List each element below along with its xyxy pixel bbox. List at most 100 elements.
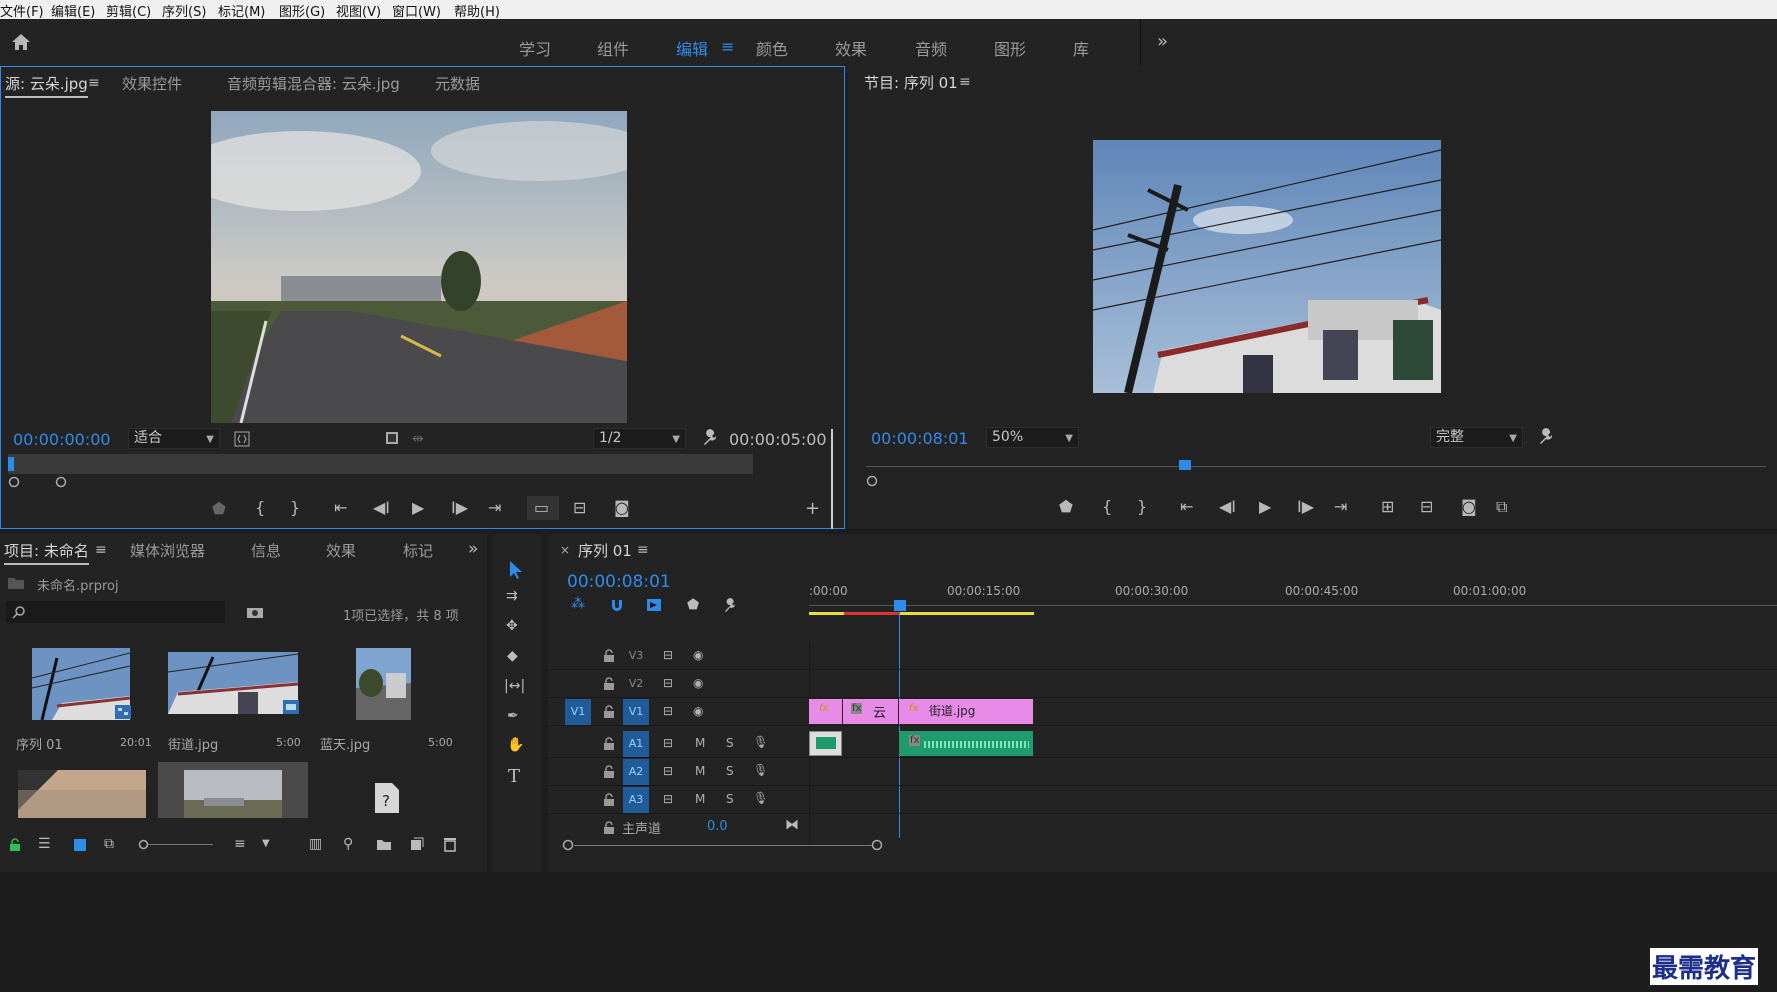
source-playhead[interactable]	[8, 457, 14, 471]
clip-v1-a[interactable]: fx	[809, 699, 842, 724]
zoom-handle-right-icon[interactable]	[871, 839, 883, 851]
sync-lock-icon[interactable]: ⊟	[663, 676, 673, 690]
master-pan-icon[interactable]: ⧓	[785, 817, 799, 833]
tab-metadata[interactable]: 元数据	[435, 73, 480, 94]
program-playhead[interactable]	[1179, 460, 1191, 470]
timeline-playhead-head[interactable]	[894, 600, 906, 611]
new-bin-icon[interactable]	[376, 838, 392, 851]
plus-icon[interactable]: +	[805, 500, 820, 518]
menu-graphics[interactable]: 图形(G)	[279, 1, 325, 20]
go-to-in-icon[interactable]: ⇤	[1180, 499, 1193, 515]
lock-icon[interactable]	[603, 677, 615, 690]
program-timecode[interactable]: 00:00:08:01	[871, 429, 969, 448]
ripple-edit-tool-icon[interactable]: ✥	[506, 618, 518, 634]
snap-magnet-icon[interactable]	[610, 598, 624, 612]
home-icon[interactable]	[10, 32, 32, 52]
lock-icon[interactable]	[603, 765, 615, 778]
track-select-tool-icon[interactable]: ⇉	[506, 588, 518, 604]
lift-icon[interactable]: ⊞	[1381, 499, 1394, 515]
zoom-handle-right-icon[interactable]	[55, 476, 67, 488]
step-forward-icon[interactable]: I▶	[1297, 499, 1314, 515]
menu-sequence[interactable]: 序列(S)	[162, 1, 206, 20]
master-volume[interactable]: 0.0	[707, 819, 728, 834]
camera-icon[interactable]: ◙	[614, 500, 630, 516]
slider-handle-icon[interactable]	[138, 839, 149, 850]
sync-lock-icon[interactable]: ⊟	[663, 764, 673, 778]
go-to-out-icon[interactable]: ⇥	[488, 500, 501, 516]
freeform-view-icon[interactable]: ⧉	[104, 836, 114, 852]
project-item-sequence[interactable]: 序列 01 20:01	[6, 638, 156, 758]
workspace-tab-editing[interactable]: 编辑	[676, 36, 708, 60]
sync-lock-icon[interactable]: ⊟	[663, 704, 673, 718]
selection-tool-icon[interactable]	[508, 560, 524, 580]
new-search-bin-icon[interactable]	[246, 605, 264, 619]
zoom-handle-left-icon[interactable]	[866, 475, 878, 487]
add-marker-icon[interactable]: ⬟	[1059, 499, 1073, 515]
eye-icon[interactable]: ◉	[693, 648, 703, 662]
find-icon[interactable]: ⚲	[343, 836, 353, 852]
step-forward-icon[interactable]: I▶	[451, 500, 468, 516]
eye-icon[interactable]: ◉	[693, 676, 703, 690]
extract-icon[interactable]: ⊟	[1420, 499, 1433, 515]
track-label[interactable]: V1	[623, 699, 649, 725]
solo-button[interactable]: S	[726, 792, 734, 806]
tab-effect-controls[interactable]: 效果控件	[122, 73, 182, 94]
chevron-down-icon[interactable]: ▼	[262, 838, 270, 849]
new-item-icon[interactable]	[410, 837, 424, 851]
automate-to-sequence-icon[interactable]: ▥	[309, 836, 322, 852]
menu-window[interactable]: 窗口(W)	[392, 1, 441, 20]
lock-icon[interactable]	[603, 793, 615, 806]
menu-marker[interactable]: 标记(M)	[218, 1, 265, 20]
source-timecode[interactable]: 00:00:00:00	[13, 430, 111, 449]
pen-tool-icon[interactable]: ✒	[507, 708, 519, 724]
track-label[interactable]: A2	[623, 759, 649, 785]
source-scrub-bar[interactable]	[8, 454, 753, 474]
project-item-5[interactable]	[158, 762, 308, 818]
timeline-zoom-scroll[interactable]	[574, 845, 872, 846]
track-label[interactable]: V2	[623, 671, 649, 697]
tab-project[interactable]: 项目: 未命名	[4, 540, 89, 565]
go-to-in-icon[interactable]: ⇤	[334, 500, 347, 516]
menu-help[interactable]: 帮助(H)	[454, 1, 500, 20]
track-label[interactable]: V3	[623, 643, 649, 669]
add-marker-icon[interactable]: ⬟	[212, 501, 226, 517]
sort-icon[interactable]: ≡	[234, 836, 246, 852]
panel-menu-icon[interactable]: ≡	[88, 75, 100, 91]
eye-icon[interactable]: ◉	[693, 704, 703, 718]
icon-view-icon[interactable]	[74, 839, 86, 851]
solo-button[interactable]: S	[726, 764, 734, 778]
workspace-tab-color[interactable]: 颜色	[756, 36, 788, 60]
source-resolution-select[interactable]: 1/2 ▼	[593, 428, 686, 449]
zoom-handle-left-icon[interactable]	[8, 476, 20, 488]
timeline-ruler[interactable]: :00:00 00:00:15:00 00:00:30:00 00:00:45:…	[809, 578, 1777, 616]
panel-menu-icon[interactable]: ≡	[637, 542, 649, 558]
lock-icon[interactable]	[9, 838, 21, 852]
razor-tool-icon[interactable]: ◆	[507, 648, 518, 664]
trash-icon[interactable]	[443, 836, 457, 852]
slip-tool-icon[interactable]: |↔|	[504, 678, 525, 694]
project-search-input[interactable]	[6, 601, 225, 623]
program-zoom-select[interactable]: 50% ▼	[986, 427, 1079, 448]
step-back-icon[interactable]: ◀I	[1219, 499, 1236, 515]
panel-menu-icon[interactable]: ≡	[959, 74, 971, 90]
play-icon[interactable]: ▶	[1259, 499, 1271, 515]
timeline-timecode[interactable]: 00:00:08:01	[567, 572, 671, 592]
tab-info[interactable]: 信息	[251, 540, 281, 561]
overwrite-icon[interactable]: ⊟	[573, 500, 586, 516]
close-icon[interactable]: ×	[560, 543, 570, 557]
menu-view[interactable]: 视图(V)	[336, 1, 381, 20]
track-label[interactable]: A3	[623, 787, 649, 813]
go-to-out-icon[interactable]: ⇥	[1334, 499, 1347, 515]
track-label[interactable]: A1	[623, 731, 649, 757]
add-marker-icon[interactable]: ⬟	[687, 597, 699, 613]
mark-in-icon[interactable]: {	[1102, 499, 1112, 515]
lock-icon[interactable]	[603, 821, 615, 834]
lock-icon[interactable]	[603, 737, 615, 750]
type-tool-icon[interactable]: T	[508, 766, 520, 787]
workspace-tab-effects[interactable]: 效果	[835, 36, 867, 60]
double-chevron-right-icon[interactable]: »	[1157, 31, 1168, 52]
tab-audio-clip-mixer[interactable]: 音频剪辑混合器: 云朵.jpg	[227, 73, 400, 94]
zoom-handle-left-icon[interactable]	[562, 839, 574, 851]
wrench-icon[interactable]	[701, 429, 719, 447]
source-patch-v1[interactable]: V1	[565, 699, 591, 725]
